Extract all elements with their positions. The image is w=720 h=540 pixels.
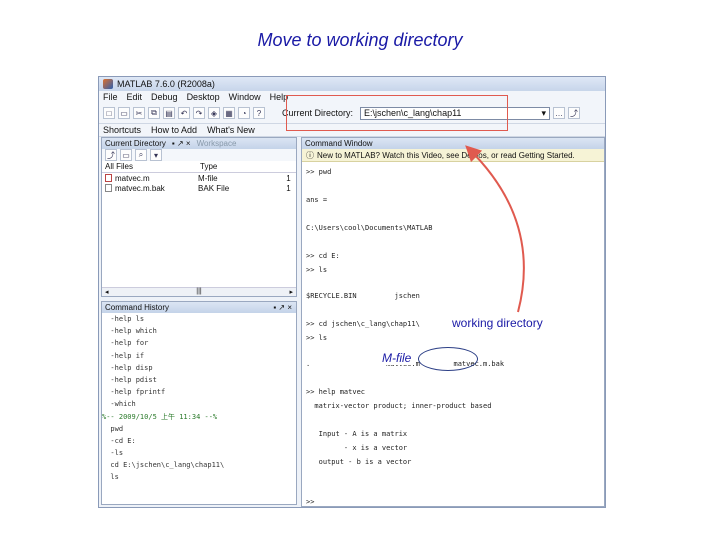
- simulink-icon[interactable]: ◈: [208, 107, 220, 119]
- history-line[interactable]: -help ls: [102, 313, 296, 325]
- history-line[interactable]: ls: [102, 471, 296, 483]
- file-row[interactable]: matvec.m M-file 1: [102, 173, 296, 183]
- file-row[interactable]: matvec.m.bak BAK File 1: [102, 183, 296, 193]
- menu-edit[interactable]: Edit: [127, 92, 143, 102]
- history-line[interactable]: -which: [102, 398, 296, 410]
- m-file-icon: [105, 174, 112, 182]
- file-type: BAK File: [198, 183, 230, 193]
- find-files-icon[interactable]: ⌕: [135, 149, 147, 161]
- working-directory-annotation: working directory: [452, 316, 543, 330]
- file-name: matvec.m: [115, 173, 150, 183]
- file-size: 1: [286, 183, 291, 193]
- history-line[interactable]: cd E:\jschen\c_lang\chap11\: [102, 459, 296, 471]
- shortcuts-link[interactable]: Shortcuts: [103, 125, 141, 135]
- command-line: C:\Users\cool\Documents\MATLAB: [306, 224, 433, 232]
- command-line: >> pwd: [306, 168, 332, 176]
- history-line[interactable]: -help fprintf: [102, 386, 296, 398]
- info-bar: ⓘ New to MATLAB? Watch this Video, see D…: [302, 149, 604, 162]
- file-list-header: All Files Type: [102, 161, 296, 173]
- help-icon[interactable]: ?: [253, 107, 265, 119]
- command-prompt[interactable]: >>: [306, 498, 314, 506]
- file-type: M-file: [198, 173, 218, 183]
- history-session-marker[interactable]: %-- 2009/10/5 上午 11:34 --%: [102, 411, 296, 423]
- info-icon: ⓘ: [306, 150, 314, 160]
- command-line: ans =: [306, 196, 328, 204]
- current-directory-panel: Current Directory ▪ ↗ × Workspace ⤴ ▭ ⌕ …: [101, 137, 297, 297]
- command-line: >> ls: [306, 266, 328, 274]
- command-line: $RECYCLE.BIN jschen: [306, 292, 420, 300]
- history-line[interactable]: -help if: [102, 350, 296, 362]
- bak-file-icon: [105, 184, 112, 192]
- file-name: matvec.m.bak: [115, 183, 165, 193]
- redo-icon[interactable]: ↷: [193, 107, 205, 119]
- folder-up-icon[interactable]: ⤴: [105, 149, 117, 161]
- info-text[interactable]: New to MATLAB? Watch this Video, see Dem…: [317, 151, 575, 160]
- how-to-add-link[interactable]: How to Add: [151, 125, 197, 135]
- current-directory-toolbar: ⤴ ▭ ⌕ ▾: [102, 149, 296, 161]
- panel-controls-icon[interactable]: ▪ ↗ ×: [273, 303, 296, 312]
- history-line[interactable]: -help for: [102, 337, 296, 349]
- copy-icon[interactable]: ⧉: [148, 107, 160, 119]
- paste-icon[interactable]: ▤: [163, 107, 175, 119]
- chevron-down-icon[interactable]: ▾: [541, 107, 546, 119]
- menu-file[interactable]: File: [103, 92, 118, 102]
- window-title: MATLAB 7.6.0 (R2008a): [117, 79, 215, 89]
- undo-icon[interactable]: ↶: [178, 107, 190, 119]
- command-line: - x is a vector: [306, 444, 408, 452]
- history-line[interactable]: -help which: [102, 325, 296, 337]
- command-line: >> ls: [306, 334, 328, 342]
- browse-folder-icon[interactable]: …: [553, 107, 566, 119]
- column-header-name[interactable]: All Files: [102, 162, 200, 171]
- settings-icon[interactable]: ▾: [150, 149, 162, 161]
- menu-window[interactable]: Window: [229, 92, 261, 102]
- left-panels: Current Directory ▪ ↗ × Workspace ⤴ ▭ ⌕ …: [101, 137, 297, 505]
- matlab-window: MATLAB 7.6.0 (R2008a) File Edit Debug De…: [98, 76, 606, 508]
- history-line[interactable]: -help disp: [102, 362, 296, 374]
- command-line: >> cd jschen\c_lang\chap11\: [306, 320, 420, 328]
- mfile-highlight-ellipse: [418, 347, 478, 371]
- up-folder-icon[interactable]: ⤴: [568, 107, 581, 119]
- command-history-header: Command History ▪ ↗ ×: [102, 302, 296, 313]
- current-directory-callout-box: [286, 95, 508, 131]
- command-line: matrix-vector product; inner-product bas…: [306, 402, 492, 410]
- scroll-left-icon[interactable]: ◂: [105, 288, 109, 296]
- command-window-header: Command Window: [302, 138, 604, 149]
- history-line[interactable]: pwd: [102, 423, 296, 435]
- matlab-logo-icon: [103, 79, 113, 89]
- scroll-thumb[interactable]: |||: [196, 288, 201, 296]
- new-file-icon[interactable]: □: [103, 107, 115, 119]
- command-history-panel: Command History ▪ ↗ × -help ls -help whi…: [101, 301, 297, 505]
- column-header-type[interactable]: Type: [200, 162, 290, 171]
- history-line[interactable]: -cd E:: [102, 435, 296, 447]
- current-directory-panel-header: Current Directory ▪ ↗ × Workspace: [102, 138, 296, 149]
- command-line: output - b is a vector: [306, 458, 412, 466]
- command-window-title: Command Window: [305, 139, 373, 148]
- cut-icon[interactable]: ✂: [133, 107, 145, 119]
- history-line[interactable]: -ls: [102, 447, 296, 459]
- history-line[interactable]: -help pdist: [102, 374, 296, 386]
- command-line: >> cd E:: [306, 252, 340, 260]
- menu-desktop[interactable]: Desktop: [187, 92, 220, 102]
- slide-title: Move to working directory: [257, 30, 463, 50]
- title-bar: MATLAB 7.6.0 (R2008a): [99, 77, 605, 91]
- horizontal-scrollbar[interactable]: ◂ ||| ▸: [102, 287, 296, 296]
- mfile-annotation: M-file: [380, 351, 414, 365]
- open-folder-icon[interactable]: ▭: [118, 107, 130, 119]
- file-size: 1: [286, 173, 291, 183]
- guide-icon[interactable]: ▦: [223, 107, 235, 119]
- tab-current-directory[interactable]: Current Directory: [105, 139, 166, 148]
- menu-debug[interactable]: Debug: [151, 92, 178, 102]
- whats-new-link[interactable]: What's New: [207, 125, 255, 135]
- new-folder-icon[interactable]: ▭: [120, 149, 132, 161]
- command-history-title: Command History: [105, 303, 170, 312]
- command-line: Input - A is a matrix: [306, 430, 408, 438]
- panel-controls-icon[interactable]: ▪ ↗ ×: [172, 139, 191, 148]
- scroll-right-icon[interactable]: ▸: [289, 288, 293, 296]
- command-line: >> help matvec: [306, 388, 366, 396]
- tab-workspace[interactable]: Workspace: [197, 139, 237, 148]
- profiler-icon[interactable]: ◔: [238, 107, 250, 119]
